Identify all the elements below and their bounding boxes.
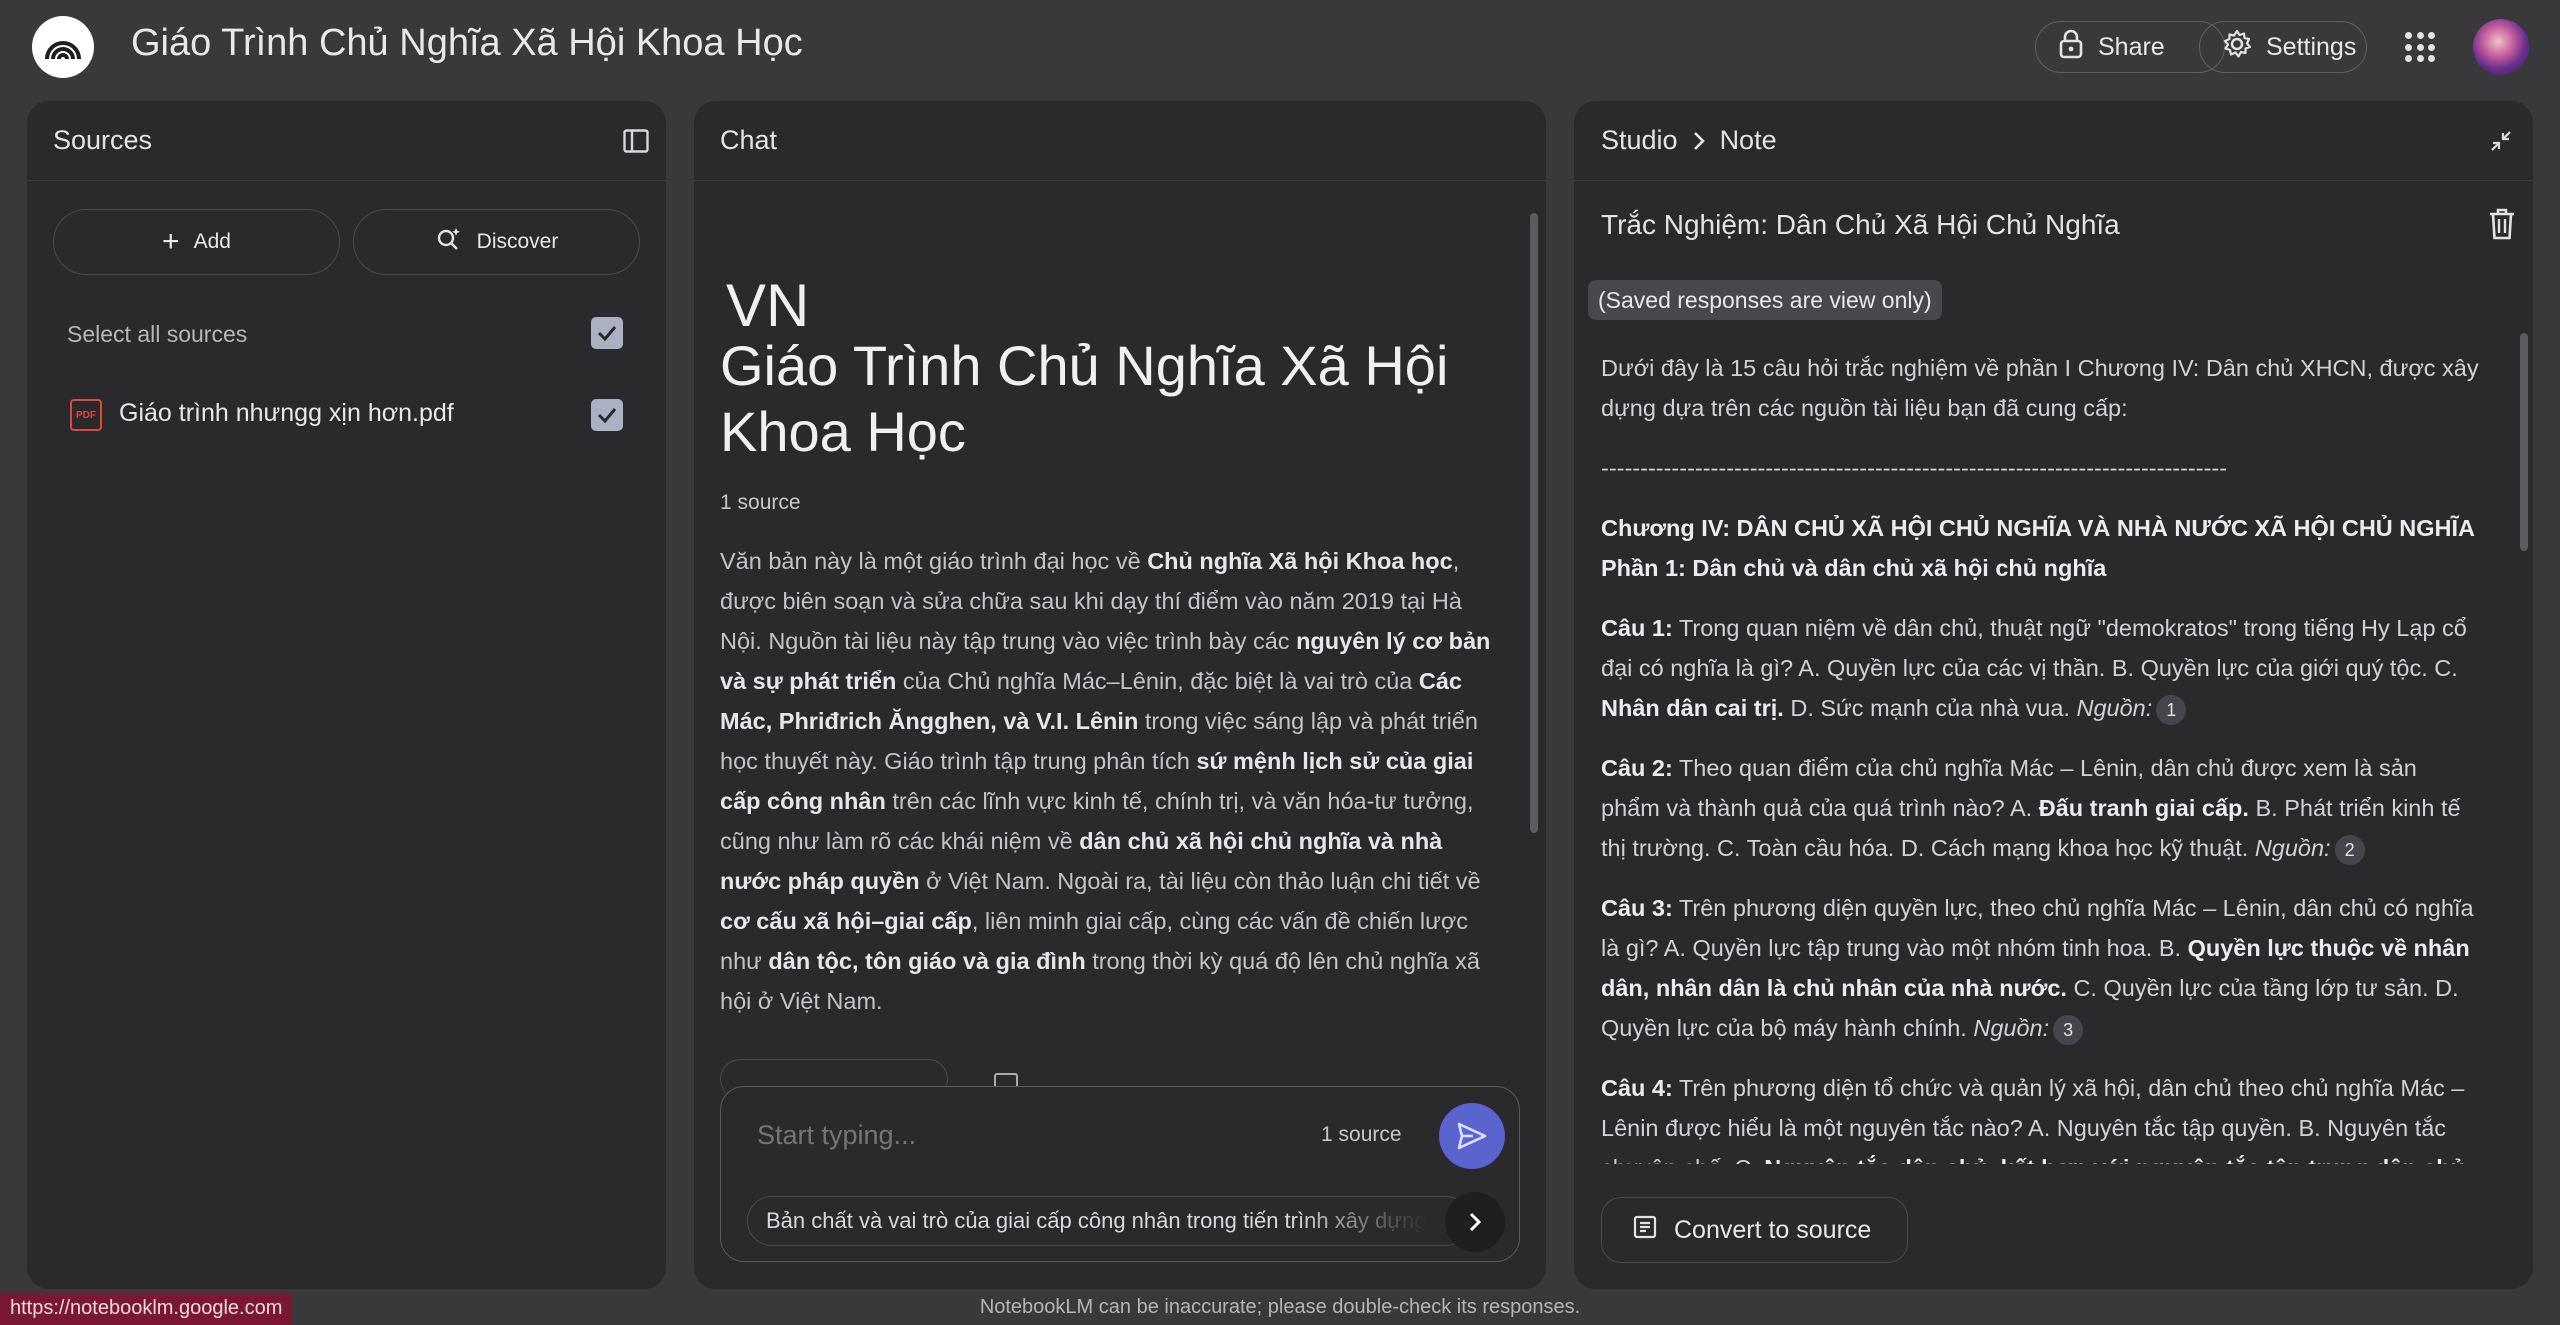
source-label: Nguồn:	[2254, 835, 2331, 861]
gear-icon	[2222, 29, 2252, 66]
chat-header: Chat	[694, 101, 1546, 181]
view-only-badge: (Saved responses are view only)	[1588, 280, 1942, 320]
notebook-heading: Giáo Trình Chủ Nghĩa Xã Hội Khoa Học	[720, 334, 1449, 463]
question-label: Câu 2:	[1601, 755, 1673, 781]
disclaimer-footer: NotebookLM can be inaccurate; please dou…	[979, 1296, 1581, 1318]
source-list-item[interactable]: PDF Giáo trình nhưngg xịn hơn.pdf	[27, 383, 666, 447]
add-source-button[interactable]: + Add	[53, 209, 340, 275]
trash-icon[interactable]	[2487, 207, 2517, 246]
question-list: Câu 1: Trong quan niệm về dân chủ, thuật…	[1601, 608, 2479, 1164]
plus-icon: +	[162, 225, 180, 258]
source-label: Nguồn:	[1973, 1015, 2050, 1041]
quiz-question: Câu 4: Trên phương diện tổ chức và quản …	[1601, 1068, 2479, 1164]
notebook-summary: Văn bản này là một giáo trình đại học về…	[720, 541, 1500, 1021]
source-count: 1 source	[720, 491, 801, 514]
input-source-count: 1 source	[1321, 1123, 1402, 1146]
question-label: Câu 1:	[1601, 615, 1673, 641]
panel-collapse-icon[interactable]	[622, 127, 650, 160]
convert-to-source-button[interactable]: Convert to source	[1601, 1197, 1908, 1263]
collapse-content-icon[interactable]	[2489, 129, 2513, 158]
suggested-question-chip[interactable]: Bản chất và vai trò của giai cấp công nh…	[747, 1196, 1471, 1246]
chat-panel: Chat VN Giáo Trình Chủ Nghĩa Xã Hội Khoa…	[694, 101, 1546, 1289]
note-divider: ----------------------------------------…	[1601, 455, 2228, 481]
select-all-label: Select all sources	[67, 321, 248, 347]
note-scrollbar[interactable]	[2520, 333, 2528, 551]
summary-emphasis: dân tộc, tôn giáo và gia đình	[768, 948, 1086, 974]
convert-label: Convert to source	[1674, 1215, 1872, 1244]
share-button[interactable]: Share	[2035, 21, 2225, 73]
discover-label: Discover	[476, 230, 559, 253]
source-item-checkbox[interactable]	[591, 399, 623, 431]
chat-title: Chat	[720, 125, 778, 155]
breadcrumb-note: Note	[1719, 125, 1777, 155]
discover-sources-button[interactable]: Discover	[353, 209, 640, 275]
note-content: Dưới đây là 15 câu hỏi trắc nghiệm về ph…	[1601, 348, 2479, 1164]
note-intro: Dưới đây là 15 câu hỏi trắc nghiệm về ph…	[1601, 355, 2479, 421]
note-convert-icon	[1632, 1214, 1658, 1247]
select-all-checkbox[interactable]	[591, 317, 623, 349]
question-label: Câu 4:	[1601, 1075, 1673, 1101]
user-avatar[interactable]	[2473, 19, 2529, 75]
add-label: Add	[193, 230, 231, 253]
chevron-right-icon	[1693, 131, 1705, 150]
question-text-after: D. Sức mạnh của nhà vua.	[1783, 695, 2077, 721]
question-text: Trong quan niệm về dân chủ, thuật ngữ "d…	[1601, 615, 2467, 681]
discover-search-icon	[435, 225, 463, 259]
settings-button[interactable]: Settings	[2199, 21, 2367, 73]
share-label: Share	[2098, 32, 2165, 61]
citation-chip[interactable]: 3	[2053, 1014, 2084, 1045]
summary-text: ở Việt Nam. Ngoài ra, tài liệu còn thảo …	[919, 868, 1481, 894]
notebooklm-logo-icon[interactable]	[32, 16, 94, 78]
quiz-question: Câu 3: Trên phương diện quyền lực, theo …	[1601, 888, 2479, 1048]
correct-answer: Nhân dân cai trị.	[1601, 695, 1784, 721]
chevron-right-icon	[1469, 1212, 1482, 1232]
part-heading: Phần 1: Dân chủ và dân chủ xã hội chủ ng…	[1601, 555, 2107, 581]
sources-panel: Sources + Add Discover Select all source…	[27, 101, 666, 1289]
breadcrumb: Studio Note	[1601, 125, 1777, 156]
chat-input[interactable]	[757, 1113, 1277, 1157]
studio-panel: Studio Note Trắc Nghiệm: Dân Chủ Xã Hội …	[1574, 101, 2533, 1289]
status-url: https://notebooklm.google.com	[0, 1293, 293, 1325]
chapter-heading: Chương IV: DÂN CHỦ XÃ HỘI CHỦ NGHĨA VÀ N…	[1601, 515, 2476, 541]
question-label: Câu 3:	[1601, 895, 1673, 921]
notebook-emoji-tag: VN	[726, 272, 810, 339]
quiz-question: Câu 1: Trong quan niệm về dân chủ, thuật…	[1601, 608, 2479, 728]
chat-scrollbar[interactable]	[1530, 213, 1538, 833]
sources-title: Sources	[53, 125, 153, 155]
summary-text: Văn bản này là một giáo trình đại học về	[720, 548, 1148, 574]
send-button[interactable]	[1439, 1103, 1505, 1169]
suggested-question-text: Bản chất và vai trò của giai cấp công nh…	[766, 1208, 1427, 1233]
suggestions-next-button[interactable]	[1445, 1192, 1505, 1252]
pdf-icon: PDF	[70, 399, 102, 431]
top-bar: Giáo Trình Chủ Nghĩa Xã Hội Khoa Học Sha…	[0, 0, 2560, 96]
note-title: Trắc Nghiệm: Dân Chủ Xã Hội Chủ Nghĩa	[1601, 209, 2120, 240]
source-item-name: Giáo trình nhưngg xịn hơn.pdf	[119, 399, 454, 427]
source-label: Nguồn:	[2076, 695, 2153, 721]
sources-header: Sources	[27, 101, 666, 181]
breadcrumb-studio[interactable]: Studio	[1601, 125, 1678, 156]
question-text: Trên phương diện tổ chức và quản lý xã h…	[1601, 1075, 2465, 1164]
studio-header: Studio Note	[1574, 101, 2533, 181]
quiz-question: Câu 2: Theo quan điểm của chủ nghĩa Mác …	[1601, 748, 2479, 868]
lock-icon	[2058, 29, 2084, 66]
citation-chip[interactable]: 2	[2334, 834, 2365, 865]
send-icon	[1457, 1122, 1487, 1150]
summary-emphasis: cơ cấu xã hội–giai cấp	[720, 908, 972, 934]
summary-text: của Chủ nghĩa Mác–Lênin, đặc biệt là vai…	[896, 668, 1419, 694]
correct-answer: Nguyên tắc dân chủ, kết hợp với nguyên t…	[1764, 1155, 2471, 1164]
apps-grid-icon[interactable]	[2405, 32, 2435, 62]
settings-label: Settings	[2266, 32, 2357, 61]
correct-answer: Đấu tranh giai cấp.	[2038, 795, 2249, 821]
citation-chip[interactable]: 1	[2156, 694, 2187, 725]
chat-composer: 1 source Bản chất và vai trò của giai cấ…	[720, 1086, 1520, 1262]
notebook-title[interactable]: Giáo Trình Chủ Nghĩa Xã Hội Khoa Học	[131, 22, 803, 65]
summary-emphasis: Chủ nghĩa Xã hội Khoa học	[1147, 548, 1453, 574]
